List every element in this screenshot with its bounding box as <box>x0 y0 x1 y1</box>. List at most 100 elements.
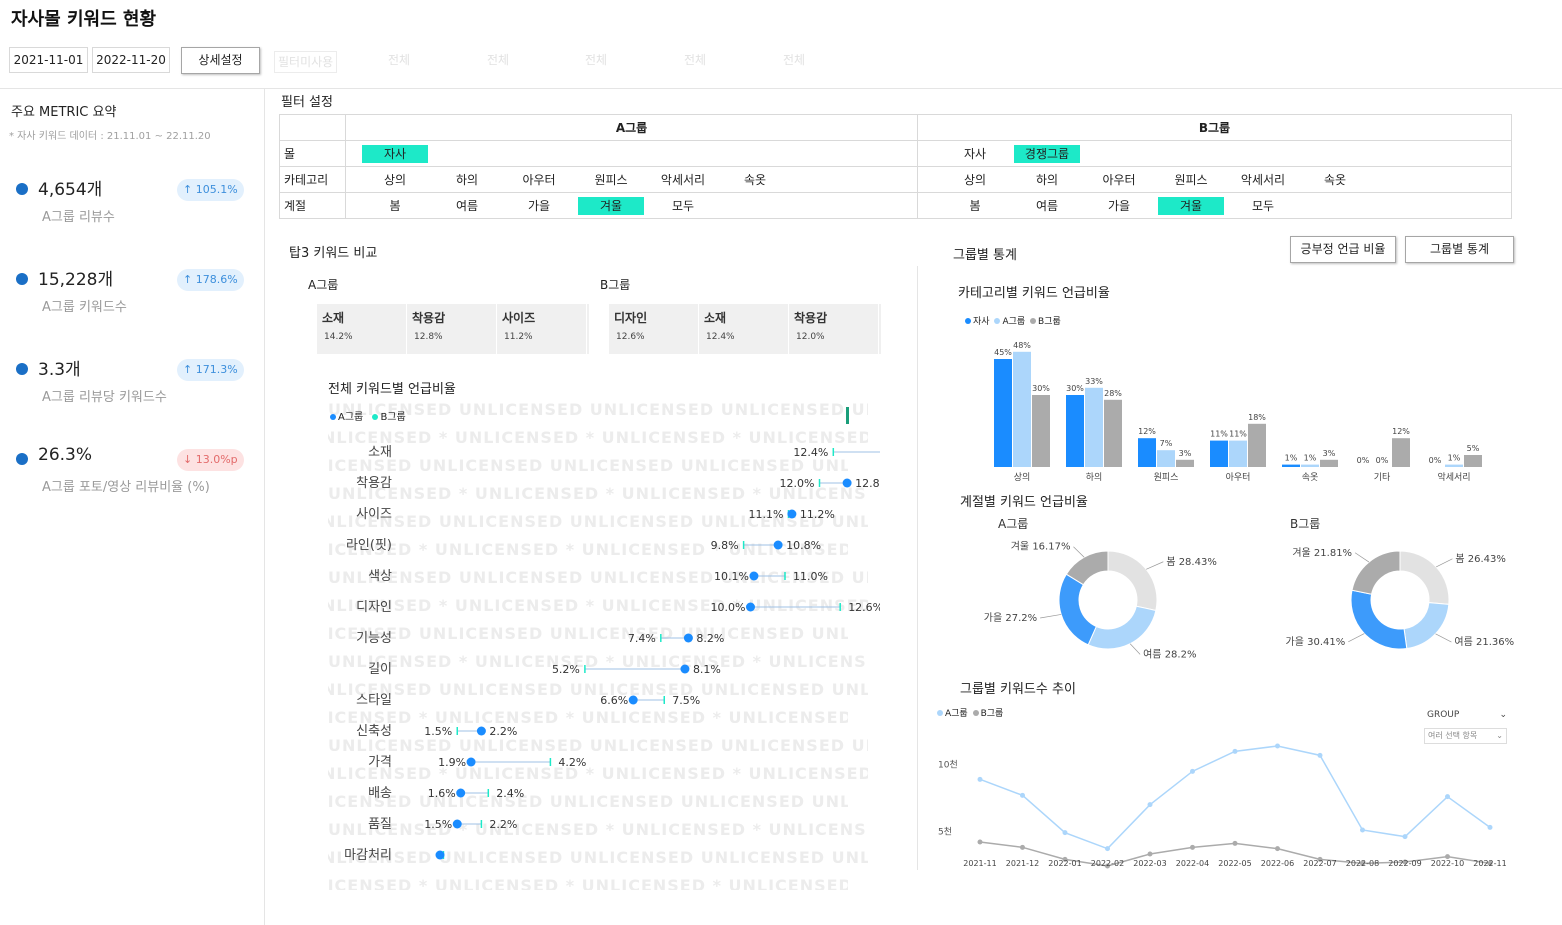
bar-value-label: 28% <box>1104 389 1122 398</box>
trend-point <box>1190 844 1195 850</box>
dumbbell-a-point <box>842 478 852 488</box>
dumbbell-high-label: 7.5% <box>672 694 700 707</box>
faint-select-4[interactable]: 전체 <box>684 51 706 68</box>
donut-leader-line <box>1348 633 1365 643</box>
dumbbell-a-point <box>452 819 462 829</box>
filter-option[interactable]: 가을 <box>1086 197 1152 215</box>
category-bar <box>1282 464 1300 467</box>
category-bar <box>1248 423 1266 467</box>
faint-select-3[interactable]: 전체 <box>585 51 607 68</box>
donut-group-title: A그룹 <box>998 517 1028 531</box>
bar-value-label: 7% <box>1160 439 1173 448</box>
bar-category-label: 하의 <box>1086 472 1103 483</box>
filter-option[interactable]: 속옷 <box>1302 171 1368 189</box>
detail-settings-button[interactable]: 상세설정 <box>181 47 260 74</box>
filter-unused-toggle[interactable]: 필터미사용 <box>274 51 338 73</box>
legend-a2: A그룹 <box>1002 317 1026 327</box>
filter-option[interactable]: 악세서리 <box>650 171 716 189</box>
filter-option[interactable]: 악세서리 <box>1230 171 1296 189</box>
dumbbell-a-point <box>787 509 797 519</box>
dumbbell-high-label: 11.2% <box>800 508 835 521</box>
filter-option[interactable]: 상의 <box>362 171 428 189</box>
filter-option[interactable]: 여름 <box>434 197 500 215</box>
group-stats-button[interactable]: 그룹별 통계 <box>1405 236 1514 263</box>
page-title: 자사몰 키워드 현황 <box>11 9 157 30</box>
filter-option[interactable]: 하의 <box>434 171 500 189</box>
category-bar <box>1013 351 1031 467</box>
line-x-tick: 2021-12 <box>1006 859 1039 868</box>
filter-option[interactable]: 겨울 <box>578 196 644 215</box>
header-divider <box>0 88 1562 89</box>
dumbbell-high-label: 8.2% <box>696 632 724 645</box>
legend-a-label: A그룹 <box>338 412 364 423</box>
filter-option[interactable]: 가을 <box>506 197 572 215</box>
start-date-input[interactable]: 2021-11-01 <box>9 47 88 73</box>
dumbbell-low-label: 5.2% <box>552 663 580 676</box>
dumbbell-category-label: 스타일 <box>356 693 392 708</box>
filter-options-b: 상의 하의 아우터 원피스 악세서리 속옷 <box>917 166 1512 193</box>
filter-option[interactable]: 상의 <box>942 171 1008 189</box>
filter-option[interactable]: 원피스 <box>578 171 644 189</box>
filter-option[interactable]: 아우터 <box>1086 171 1152 189</box>
line-x-tick: 2022-01 <box>1048 859 1081 868</box>
pie-chart-title: 계절별 키워드 언급비율 <box>960 495 1088 510</box>
filter-table: A그룹 B그룹 몰 자사 자사 경쟁그룹 카테고리 상의 하의 아우터 원피스 악세서리 속옷 상의 하… <box>279 114 1512 219</box>
trend-point <box>1275 846 1280 852</box>
top3-title: 탑3 키워드 비교 <box>289 246 378 261</box>
top3-keyword-card: 디자인 12.6% <box>609 304 699 354</box>
faint-select-2[interactable]: 전체 <box>487 51 509 68</box>
donut-slice <box>1403 602 1450 650</box>
sentiment-ratio-button[interactable]: 긍부정 언급 비율 <box>1290 236 1396 263</box>
line-x-tick: 2022-10 <box>1431 859 1464 868</box>
filter-options-b: 봄 여름 가을 겨울 모두 <box>917 192 1512 219</box>
category-bar <box>1229 440 1247 467</box>
filter-option[interactable]: 자사 <box>362 144 428 163</box>
metric-label: A그룹 키워드수 <box>42 300 127 315</box>
line-x-tick: 2022-02 <box>1091 859 1124 868</box>
donut-leader-line <box>1073 546 1085 558</box>
category-bar <box>1301 464 1319 467</box>
donut-slice-label: 가을 27.2% <box>984 612 1037 624</box>
faint-select-5[interactable]: 전체 <box>783 51 805 68</box>
bar-category-label: 악세서리 <box>1437 471 1470 483</box>
donut-slice-label: 여름 28.2% <box>1143 648 1196 660</box>
filter-option[interactable]: 여름 <box>1014 197 1080 215</box>
filter-option[interactable]: 아우터 <box>506 171 572 189</box>
dumbbell-a-point <box>435 850 445 860</box>
faint-select-1[interactable]: 전체 <box>388 51 410 68</box>
panel-divider <box>917 266 918 870</box>
dumbbell-high-label: 10.8% <box>786 539 821 552</box>
filter-options-a: 자사 <box>345 140 918 167</box>
donut-slice <box>1399 550 1450 605</box>
group-select-text: GROUP <box>1427 710 1460 720</box>
dumbbell-category-label: 착용감 <box>356 476 392 491</box>
donut-slice <box>1351 550 1401 595</box>
dumbbell-category-label: 마감처리 <box>344 848 392 863</box>
filter-option[interactable]: 모두 <box>650 197 716 215</box>
filter-option[interactable]: 자사 <box>942 145 1008 163</box>
legend-b-label: B그룹 <box>380 412 406 423</box>
category-bar <box>1464 455 1482 467</box>
dumbbell-low-label: 6.6% <box>600 694 628 707</box>
scroll-handle[interactable] <box>846 407 849 424</box>
filter-option[interactable]: 속옷 <box>722 171 788 189</box>
donut-leader-line <box>1129 643 1141 655</box>
summary-note: * 자사 키워드 데이터 : 21.11.01 ~ 22.11.20 <box>9 131 211 142</box>
end-date-input[interactable]: 2022-11-20 <box>92 47 170 73</box>
filter-option[interactable]: 봄 <box>362 197 428 215</box>
bar-category-label: 상의 <box>1014 472 1031 483</box>
line-x-tick: 2022-03 <box>1133 859 1166 868</box>
metric-value: 3.3개 <box>38 360 81 380</box>
donut-slice-label: 가을 30.41% <box>1286 636 1346 648</box>
filter-option[interactable]: 하의 <box>1014 171 1080 189</box>
metric-value: 15,228개 <box>38 270 114 290</box>
filter-option[interactable]: 봄 <box>942 197 1008 215</box>
top3-keyword-name: 착용감 <box>794 311 828 325</box>
filter-row-label: 카테고리 <box>279 166 346 193</box>
filter-option[interactable]: 겨울 <box>1158 196 1224 215</box>
filter-option[interactable]: 모두 <box>1230 197 1296 215</box>
donut-slice <box>1350 589 1408 650</box>
filter-option[interactable]: 원피스 <box>1158 171 1224 189</box>
dumbbell-low-label: 1.9% <box>438 756 466 769</box>
filter-option[interactable]: 경쟁그룹 <box>1014 144 1080 163</box>
